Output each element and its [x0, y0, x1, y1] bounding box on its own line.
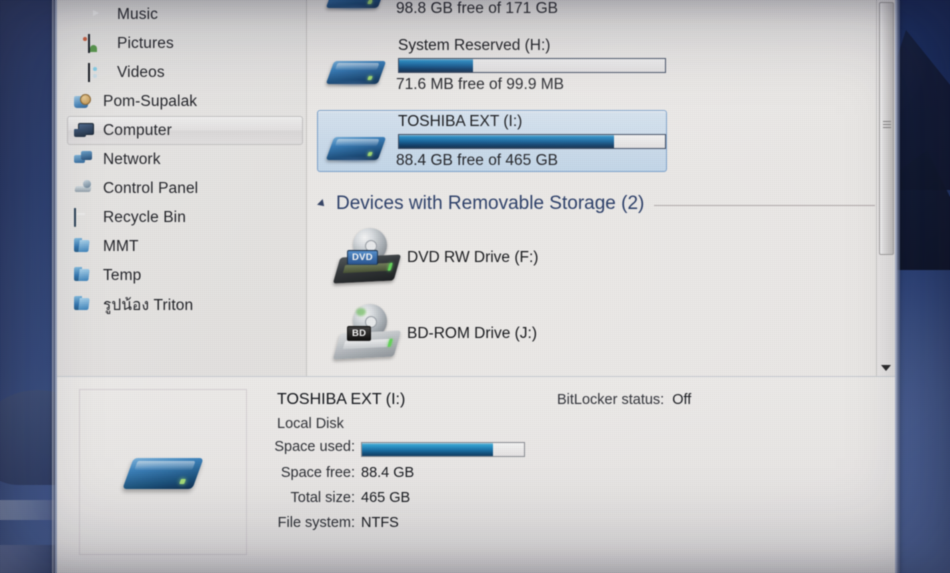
sidebar-item-label: Pom-Supalak [103, 92, 198, 110]
bitlocker-label: BitLocker status: [557, 392, 665, 408]
sidebar-item-temp[interactable]: Temp [67, 261, 303, 290]
wallpaper-band-left-2 [0, 545, 60, 573]
drive-item-system-reserved[interactable]: System Reserved (H:) 71.6 MB free of 99.… [317, 34, 667, 96]
music-icon [88, 6, 108, 24]
details-row-space-used: Space used: [274, 439, 577, 464]
folder-icon [74, 296, 94, 314]
sidebar-item-label: Computer [103, 121, 172, 139]
device-item-bd-rom[interactable]: BD BD-ROM Drive (J:) [317, 300, 667, 370]
sidebar-item-label: Pictures [117, 34, 174, 52]
sidebar-item-triton[interactable]: รูปน้อง Triton [67, 290, 303, 319]
sidebar-item-label: Network [103, 150, 161, 168]
details-key: Total size: [290, 490, 355, 506]
dvd-drive-icon: DVD [332, 228, 402, 290]
hard-disk-icon [325, 53, 387, 89]
sidebar-item-label: Videos [117, 63, 165, 81]
hard-disk-icon [325, 0, 387, 13]
sidebar-item-recycle-bin[interactable]: Recycle Bin [67, 203, 303, 232]
sidebar-item-label: MMT [103, 237, 139, 255]
details-row-space-free: Space free: 88.4 GB [277, 465, 577, 490]
bd-rom-drive-icon: BD [332, 304, 402, 366]
window-body: Music Pictures Videos Pom-Supalak Comput [57, 0, 895, 376]
section-title: Devices with Removable Storage (2) [336, 193, 645, 214]
sidebar-item-label: Recycle Bin [103, 208, 186, 226]
bd-badge: BD [347, 326, 372, 341]
drive-item[interactable]: 98.8 GB free of 171 GB [317, 0, 667, 20]
sidebar-item-videos[interactable]: Videos [67, 58, 303, 87]
scrollbar-grip-icon [883, 121, 891, 128]
sidebar-item-label: Temp [103, 266, 142, 284]
details-key: Space used: [274, 439, 355, 455]
sidebar-item-music[interactable]: Music [67, 0, 303, 29]
explorer-window: Music Pictures Videos Pom-Supalak Comput [55, 0, 897, 573]
control-panel-icon [74, 180, 94, 198]
bitlocker-status: BitLocker status: Off [557, 392, 691, 408]
drive-capacity-gauge [398, 134, 666, 149]
dvd-badge: DVD [347, 250, 378, 265]
monitor-photo: Music Pictures Videos Pom-Supalak Comput [0, 0, 950, 573]
network-icon [74, 151, 94, 169]
details-subtitle: Local Disk [277, 416, 344, 432]
details-row-total-size: Total size: 465 GB [277, 490, 577, 515]
drive-name: TOSHIBA EXT (I:) [398, 113, 523, 130]
folder-icon [74, 267, 94, 285]
device-label: BD-ROM Drive (J:) [407, 325, 538, 342]
sidebar-item-computer[interactable]: Computer [67, 116, 303, 145]
details-title: TOSHIBA EXT (I:) [277, 391, 406, 408]
computer-icon [74, 122, 94, 140]
user-folder-icon [74, 93, 94, 111]
details-value: 465 GB [361, 490, 411, 506]
pictures-icon [88, 33, 108, 53]
folder-icon [74, 238, 94, 256]
drive-capacity-gauge [398, 58, 666, 73]
sidebar-item-label: รูปน้อง Triton [103, 297, 194, 314]
triangle-down-icon[interactable] [317, 199, 327, 209]
recycle-bin-icon [74, 207, 94, 227]
navigation-pane[interactable]: Music Pictures Videos Pom-Supalak Comput [57, 0, 307, 376]
space-used-gauge [361, 442, 525, 457]
details-value: NTFS [361, 515, 399, 531]
sidebar-item-mmt[interactable]: MMT [67, 232, 303, 261]
details-row-file-system: File system: NTFS [277, 515, 577, 540]
drive-name: System Reserved (H:) [398, 37, 551, 54]
scrollbar-thumb[interactable] [879, 2, 894, 255]
drive-free-space: 98.8 GB free of 171 GB [396, 0, 558, 17]
sidebar-item-pom-supalak[interactable]: Pom-Supalak [67, 87, 303, 116]
sidebar-item-label: Music [117, 5, 158, 23]
sidebar-item-label: Control Panel [103, 179, 199, 197]
drive-list: 98.8 GB free of 171 GB System Reserved (… [307, 0, 895, 376]
hard-disk-icon [325, 129, 387, 165]
details-key: File system: [277, 515, 355, 531]
details-value: 88.4 GB [361, 465, 415, 481]
sidebar-item-pictures[interactable]: Pictures [67, 29, 303, 58]
device-label: DVD RW Drive (F:) [407, 249, 539, 266]
drive-item-toshiba-ext[interactable]: TOSHIBA EXT (I:) 88.4 GB free of 465 GB [317, 110, 667, 172]
bitlocker-value: Off [672, 392, 692, 408]
hard-disk-large-icon [122, 452, 204, 498]
device-item-dvd-rw[interactable]: DVD DVD RW Drive (F:) [317, 224, 667, 294]
drive-free-space: 88.4 GB free of 465 GB [396, 152, 558, 169]
section-header-removable-storage[interactable]: Devices with Removable Storage (2) [315, 190, 875, 218]
wallpaper-band-left [0, 500, 60, 520]
details-pane: TOSHIBA EXT (I:) BitLocker status: Off Lo… [57, 377, 895, 573]
videos-icon [88, 62, 108, 82]
sidebar-item-network[interactable]: Network [67, 145, 303, 174]
vertical-scrollbar[interactable] [876, 0, 895, 376]
drive-free-space: 71.6 MB free of 99.9 MB [396, 76, 565, 93]
details-key: Space free: [280, 465, 355, 481]
sidebar-item-control-panel[interactable]: Control Panel [67, 174, 303, 203]
section-rule [654, 204, 875, 206]
scroll-down-arrow-icon[interactable] [881, 365, 891, 371]
preview-box [79, 389, 247, 555]
